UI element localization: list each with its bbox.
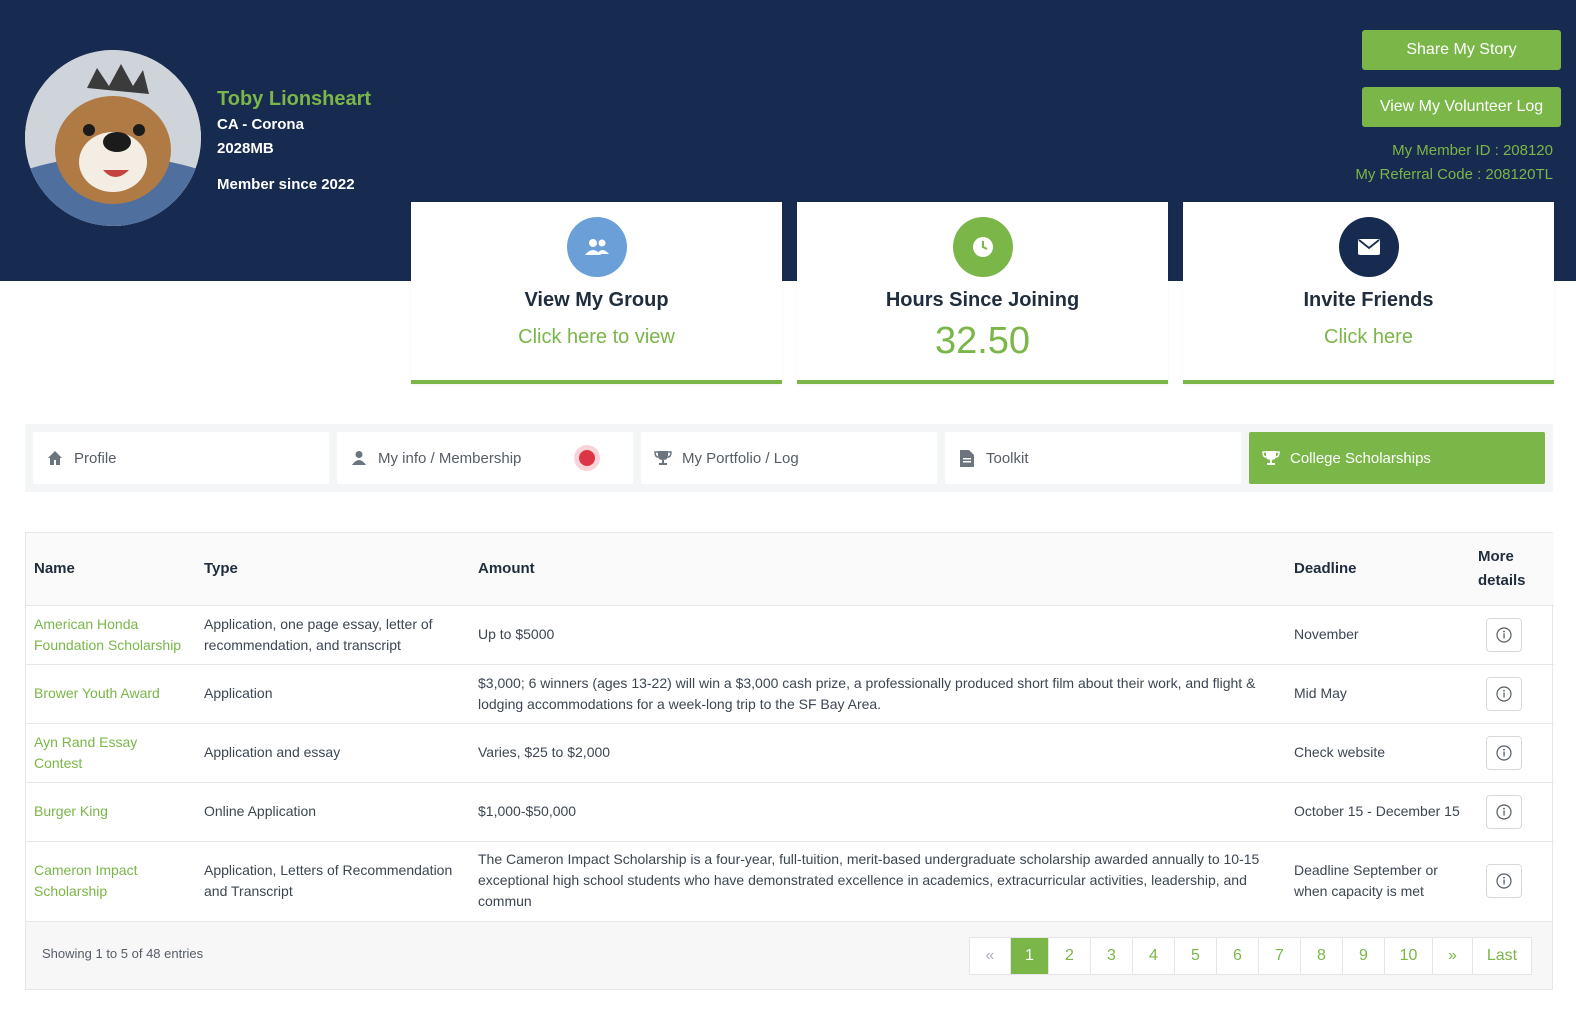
entries-info: Showing 1 to 5 of 48 entries — [42, 946, 204, 961]
notification-dot — [574, 445, 600, 471]
column-header-deadline[interactable]: Deadline — [1286, 533, 1470, 605]
column-header-more-details[interactable]: More details — [1470, 533, 1554, 605]
info-button[interactable] — [1486, 617, 1522, 652]
hours-card: Hours Since Joining 32.50 — [797, 202, 1168, 384]
pagination-page-9[interactable]: 9 — [1343, 938, 1385, 974]
pagination: « 1 2 3 4 5 6 7 8 9 10 » Last — [969, 937, 1532, 975]
pagination-page-8[interactable]: 8 — [1301, 938, 1343, 974]
document-icon — [957, 448, 977, 468]
home-icon — [45, 448, 65, 468]
pagination-page-1[interactable]: 1 — [1011, 938, 1049, 974]
info-icon — [1496, 803, 1512, 820]
tab-label: My Portfolio / Log — [682, 449, 799, 467]
info-icon — [1496, 873, 1512, 889]
pagination-page-5[interactable]: 5 — [1175, 938, 1217, 974]
scholarship-amount: Varies, $25 to $2,000 — [478, 744, 611, 760]
scholarship-name-link[interactable]: Ayn Rand Essay Contest — [26, 723, 196, 782]
card-title: Hours Since Joining — [885, 289, 1080, 311]
share-story-button[interactable]: Share My Story — [1362, 30, 1561, 70]
avatar — [25, 50, 201, 226]
member-id: My Member ID : 208120 — [1392, 142, 1553, 159]
tab-toolkit[interactable]: Toolkit — [945, 432, 1241, 484]
tab-my-portfolio-log[interactable]: My Portfolio / Log — [641, 432, 937, 484]
group-icon — [566, 217, 627, 277]
view-group-card[interactable]: View My Group Click here to view — [411, 202, 782, 384]
tab-bar: Profile My info / Membership My Portfoli… — [25, 424, 1553, 492]
pagination-page-2[interactable]: 2 — [1049, 938, 1091, 974]
scholarship-amount: $1,000-$50,000 — [478, 803, 577, 819]
scholarship-deadline: November — [1294, 626, 1359, 642]
tab-my-info-membership[interactable]: My info / Membership — [337, 432, 633, 484]
info-button[interactable] — [1486, 676, 1522, 711]
table-row: Brower Youth Award Application $3,000; 6… — [26, 664, 1554, 723]
pagination-last[interactable]: Last — [1473, 938, 1531, 974]
trophy-icon — [1261, 448, 1281, 468]
pagination-page-4[interactable]: 4 — [1133, 938, 1175, 974]
column-header-amount[interactable]: Amount — [470, 533, 1286, 605]
scholarship-amount: $3,000; 6 winners (ages 13-22) will win … — [478, 674, 1256, 712]
card-title: View My Group — [524, 289, 669, 311]
clock-icon — [952, 217, 1013, 277]
pagination-page-7[interactable]: 7 — [1259, 938, 1301, 974]
scholarship-deadline: October 15 - December 15 — [1294, 803, 1460, 819]
profile-code: 2028MB — [217, 140, 274, 157]
scholarship-type: Online Application — [204, 803, 317, 819]
profile-location: CA - Corona — [217, 116, 304, 133]
scholarship-amount: Up to $5000 — [478, 626, 555, 642]
pagination-next[interactable]: » — [1433, 938, 1473, 974]
info-button[interactable] — [1486, 863, 1522, 898]
table-row: Cameron Impact Scholarship Application, … — [26, 841, 1554, 920]
scholarships-table: Name Type Amount Deadline More details A… — [25, 532, 1554, 990]
view-group-link[interactable]: Click here to view — [411, 326, 782, 349]
member-since: Member since 2022 — [217, 176, 355, 193]
envelope-icon — [1338, 217, 1399, 277]
table-footer: Showing 1 to 5 of 48 entries « 1 2 3 4 5… — [26, 921, 1552, 989]
table-header-row: Name Type Amount Deadline More details — [26, 533, 1554, 605]
pagination-page-3[interactable]: 3 — [1091, 938, 1133, 974]
scholarship-amount: The Cameron Impact Scholarship is a four… — [478, 851, 1260, 910]
scholarship-deadline: Check website — [1294, 744, 1386, 760]
info-icon — [1496, 685, 1512, 702]
pagination-page-6[interactable]: 6 — [1217, 938, 1259, 974]
invite-friends-link[interactable]: Click here — [1183, 326, 1554, 349]
tab-label: College Scholarships — [1290, 449, 1431, 467]
table-row: American Honda Foundation Scholarship Ap… — [26, 605, 1554, 664]
pagination-prev[interactable]: « — [970, 938, 1011, 974]
table-row: Ayn Rand Essay Contest Application and e… — [26, 723, 1554, 782]
column-header-type[interactable]: Type — [196, 533, 470, 605]
invite-friends-card[interactable]: Invite Friends Click here — [1183, 202, 1554, 384]
tab-profile[interactable]: Profile — [33, 432, 329, 484]
scholarship-type: Application, one page essay, letter of r… — [204, 615, 433, 653]
tab-label: Toolkit — [986, 449, 1029, 467]
scholarship-type: Application — [204, 685, 273, 701]
scholarship-type: Application, Letters of Recommendation a… — [204, 861, 453, 899]
scholarship-name-link[interactable]: Brower Youth Award — [26, 664, 196, 723]
column-header-name[interactable]: Name — [26, 533, 196, 605]
scholarship-deadline: Deadline September or when capacity is m… — [1294, 861, 1438, 899]
pagination-page-10[interactable]: 10 — [1385, 938, 1433, 974]
referral-code: My Referral Code : 208120TL — [1355, 166, 1553, 183]
scholarship-type: Application and essay — [204, 744, 341, 760]
hours-value: 32.50 — [934, 320, 1031, 362]
scholarship-name-link[interactable]: Cameron Impact Scholarship — [26, 841, 196, 920]
profile-name: Toby Lionsheart — [217, 88, 372, 110]
card-title: Invite Friends — [1303, 289, 1434, 311]
user-icon — [349, 448, 369, 468]
info-button[interactable] — [1486, 794, 1522, 829]
tab-label: Profile — [74, 449, 117, 467]
tab-label: My info / Membership — [378, 449, 522, 467]
scholarship-deadline: Mid May — [1294, 685, 1347, 701]
mascot-image — [25, 50, 201, 226]
tab-college-scholarships[interactable]: College Scholarships — [1249, 432, 1545, 484]
trophy-icon — [653, 448, 673, 468]
view-volunteer-log-button[interactable]: View My Volunteer Log — [1362, 87, 1561, 127]
scholarship-name-link[interactable]: Burger King — [26, 782, 196, 841]
scholarship-name-link[interactable]: American Honda Foundation Scholarship — [26, 605, 196, 664]
info-button[interactable] — [1486, 735, 1522, 770]
table-row: Burger King Online Application $1,000-$5… — [26, 782, 1554, 841]
info-icon — [1496, 744, 1512, 761]
info-icon — [1496, 626, 1512, 643]
